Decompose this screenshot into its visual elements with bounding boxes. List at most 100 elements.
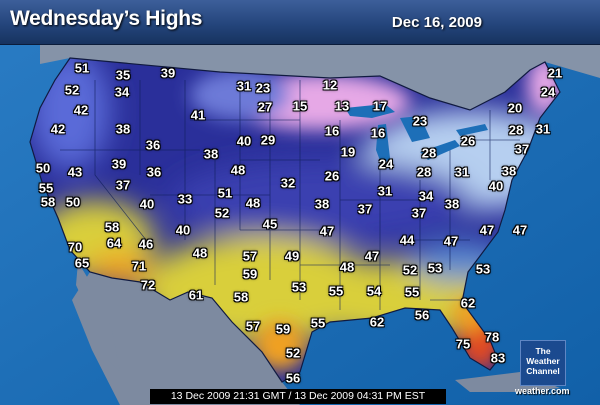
temperature-label: 32	[280, 175, 296, 191]
temperature-label: 47	[319, 223, 335, 239]
temperature-label: 16	[324, 123, 340, 139]
weather-channel-logo: The Weather Channel	[520, 340, 566, 386]
temperature-label: 21	[547, 65, 563, 81]
temperature-label: 58	[40, 194, 56, 210]
temperature-label: 15	[292, 98, 308, 114]
temperature-label: 83	[490, 350, 506, 366]
logo-line: The	[535, 346, 551, 356]
temperature-label: 57	[245, 318, 261, 334]
temperature-label: 26	[460, 133, 476, 149]
temperature-label: 75	[455, 336, 471, 352]
temperature-label: 31	[535, 121, 551, 137]
map-graphic	[0, 0, 600, 405]
temperature-label: 29	[260, 132, 276, 148]
temperature-label: 56	[285, 370, 301, 386]
temperature-label: 53	[475, 261, 491, 277]
temperature-label: 59	[242, 266, 258, 282]
temperature-label: 37	[357, 201, 373, 217]
temperature-label: 47	[512, 222, 528, 238]
temperature-label: 62	[460, 295, 476, 311]
temperature-label: 19	[340, 144, 356, 160]
temperature-label: 38	[501, 163, 517, 179]
temperature-label: 59	[275, 321, 291, 337]
temperature-label: 55	[38, 180, 54, 196]
temperature-label: 48	[192, 245, 208, 261]
temperature-label: 45	[262, 216, 278, 232]
temperature-label: 28	[421, 145, 437, 161]
temperature-label: 43	[67, 164, 83, 180]
temperature-label: 51	[217, 185, 233, 201]
temperature-label: 52	[64, 82, 80, 98]
temperature-label: 51	[74, 60, 90, 76]
temperature-label: 28	[508, 122, 524, 138]
temperature-label: 31	[236, 78, 252, 94]
temperature-label: 50	[35, 160, 51, 176]
temperature-label: 57	[242, 248, 258, 264]
temperature-label: 12	[322, 77, 338, 93]
temperature-label: 61	[188, 287, 204, 303]
temperature-label: 26	[324, 168, 340, 184]
temperature-label: 28	[416, 164, 432, 180]
temperature-label: 52	[214, 205, 230, 221]
temperature-label: 58	[104, 219, 120, 235]
temperature-label: 27	[257, 99, 273, 115]
temperature-label: 20	[507, 100, 523, 116]
temperature-label: 47	[364, 248, 380, 264]
temperature-label: 78	[484, 329, 500, 345]
temperature-label: 37	[514, 141, 530, 157]
logo-line: Weather	[526, 356, 560, 366]
weather-map: Wednesday’s Highs Dec 16, 2009 51 35 39 31 2…	[0, 0, 600, 405]
temperature-label: 47	[479, 222, 495, 238]
temperature-label: 40	[488, 178, 504, 194]
temperature-label: 16	[370, 125, 386, 141]
temperature-label: 38	[314, 196, 330, 212]
temperature-label: 71	[131, 258, 147, 274]
temperature-label: 37	[411, 205, 427, 221]
temperature-label: 17	[372, 98, 388, 114]
title-bar: Wednesday’s Highs Dec 16, 2009	[0, 0, 600, 45]
temperature-label: 38	[115, 121, 131, 137]
temperature-label: 53	[291, 279, 307, 295]
temperature-label: 56	[414, 307, 430, 323]
temperature-label: 53	[427, 260, 443, 276]
temperature-label: 58	[233, 289, 249, 305]
temperature-label: 36	[146, 164, 162, 180]
temperature-label: 37	[115, 177, 131, 193]
temperature-label: 40	[175, 222, 191, 238]
temperature-label: 24	[540, 84, 556, 100]
temperature-label: 23	[412, 113, 428, 129]
temperature-label: 48	[245, 195, 261, 211]
temperature-label: 42	[50, 121, 66, 137]
forecast-date: Dec 16, 2009	[391, 14, 482, 31]
temperature-label: 46	[138, 236, 154, 252]
temperature-label: 40	[139, 196, 155, 212]
temperature-label: 39	[160, 65, 176, 81]
temperature-label: 24	[378, 156, 394, 172]
temperature-label: 49	[284, 248, 300, 264]
temperature-label: 50	[65, 194, 81, 210]
temperature-label: 55	[404, 284, 420, 300]
temperature-label: 40	[236, 133, 252, 149]
temperature-label: 39	[111, 156, 127, 172]
temperature-label: 36	[145, 137, 161, 153]
temperature-label: 34	[114, 84, 130, 100]
temperature-label: 72	[140, 277, 156, 293]
temperature-label: 65	[74, 255, 90, 271]
map-title: Wednesday’s Highs	[10, 7, 203, 30]
temperature-label: 41	[190, 107, 206, 123]
temperature-label: 47	[443, 233, 459, 249]
temperature-label: 70	[67, 239, 83, 255]
temperature-label: 31	[377, 183, 393, 199]
temperature-label: 55	[328, 283, 344, 299]
temperature-label: 54	[366, 283, 382, 299]
timestamp-bar: 13 Dec 2009 21:31 GMT / 13 Dec 2009 04:3…	[150, 389, 446, 404]
temperature-label: 38	[444, 196, 460, 212]
temperature-label: 55	[310, 315, 326, 331]
temperature-label: 64	[106, 235, 122, 251]
site-url: weather.com	[515, 386, 570, 396]
temperature-label: 34	[418, 188, 434, 204]
temperature-label: 42	[73, 102, 89, 118]
logo-line: Channel	[526, 366, 560, 376]
temperature-label: 48	[230, 162, 246, 178]
temperature-label: 38	[203, 146, 219, 162]
